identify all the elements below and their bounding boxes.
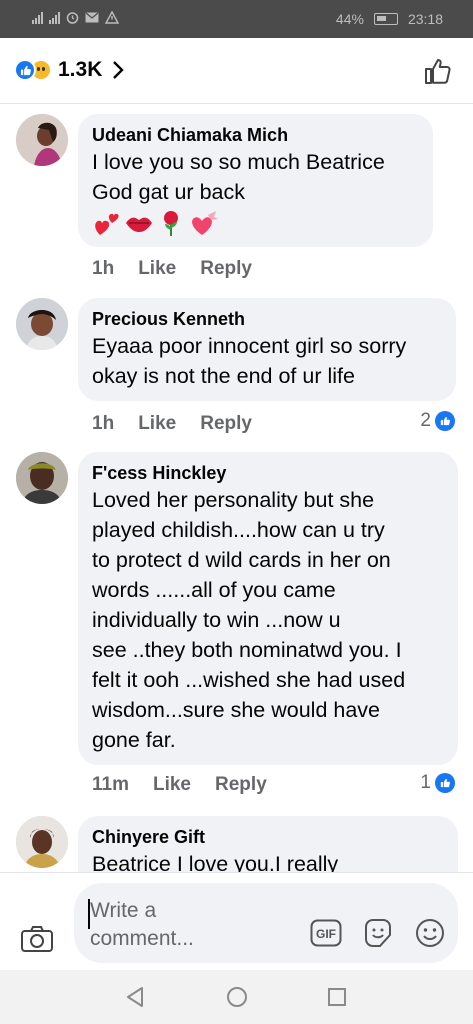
chevron-right-icon xyxy=(113,61,125,79)
like-link[interactable]: Like xyxy=(138,413,176,435)
kiss-lips-icon xyxy=(126,217,152,232)
like-reaction-icon xyxy=(435,773,455,793)
camera-icon[interactable] xyxy=(20,925,54,953)
comment-actions: 1h Like Reply xyxy=(92,413,276,435)
comment-text: played childish....how can u try xyxy=(92,518,385,542)
svg-text:GIF: GIF xyxy=(316,927,336,941)
comment-input[interactable]: Write a comment... GIF xyxy=(74,883,458,963)
comment-text: Loved her personality but she xyxy=(92,488,375,512)
reactions-header: 1.3K xyxy=(0,38,473,104)
comment-bubble[interactable]: Udeani Chiamaka Mich I love you so so mu… xyxy=(78,114,433,247)
comment-actions: 1h Like Reply xyxy=(92,258,276,280)
comment-text: God gat ur back xyxy=(92,180,245,204)
sparkling-hearts-icon xyxy=(95,213,119,235)
comment-text: Eyaaa poor innocent girl so sorry xyxy=(92,334,407,358)
battery-icon xyxy=(373,13,398,25)
comment-time: 11m xyxy=(92,774,129,795)
comment-author[interactable]: Chinyere Gift xyxy=(92,825,444,849)
like-link[interactable]: Like xyxy=(138,258,176,280)
comment-text: see ..they both nominatwd you. I xyxy=(92,638,402,662)
reply-link[interactable]: Reply xyxy=(200,413,252,435)
comment-composer: Write a comment... GIF xyxy=(0,872,473,970)
mail-icon xyxy=(85,12,99,23)
avatar[interactable] xyxy=(16,452,68,504)
heart-with-ribbon-icon xyxy=(192,211,218,235)
comment-text: gone far. xyxy=(92,728,176,752)
system-nav-bar xyxy=(0,970,473,1024)
comment-author[interactable]: Udeani Chiamaka Mich xyxy=(92,123,419,147)
like-link[interactable]: Like xyxy=(153,774,191,796)
comment-text: okay is not the end of ur life xyxy=(92,364,355,388)
reply-link[interactable]: Reply xyxy=(215,774,267,796)
status-bar: 44% 23:18 xyxy=(0,0,473,38)
recent-apps-icon[interactable] xyxy=(327,987,347,1007)
like-thumb-icon[interactable] xyxy=(423,56,453,86)
battery-percent: 44% xyxy=(335,11,364,27)
reaction-count: 2 xyxy=(420,410,431,431)
emoji-row xyxy=(92,209,419,237)
comment-text: individually to win ...now u xyxy=(92,608,341,632)
comment-text: I love you so so much Beatrice xyxy=(92,150,385,174)
warning-icon xyxy=(105,11,119,24)
comment-actions: 11m Like Reply xyxy=(92,774,291,796)
comment-text: wisdom...sure she would have xyxy=(92,698,381,722)
emoji-icon[interactable] xyxy=(414,917,446,949)
comment-text: words ......all of you came xyxy=(92,578,336,602)
comment-text: felt it ooh ...wished she had used xyxy=(92,668,406,692)
comment-author[interactable]: F'cess Hinckley xyxy=(92,461,444,485)
comment-bubble[interactable]: F'cess Hinckley Loved her personality bu… xyxy=(78,452,458,765)
gif-icon[interactable]: GIF xyxy=(310,919,342,947)
reaction-summary-button[interactable]: 1.3K xyxy=(14,58,125,82)
avatar[interactable] xyxy=(16,114,68,166)
alarm-icon xyxy=(66,12,79,24)
comment-time: 1h xyxy=(92,258,115,279)
reaction-count: 1.3K xyxy=(58,58,103,81)
comment-reaction-count[interactable]: 1 xyxy=(420,772,455,794)
comment-reaction-count[interactable]: 2 xyxy=(420,410,455,432)
status-icons xyxy=(32,11,119,24)
comment-time: 1h xyxy=(92,413,115,434)
like-reaction-icon xyxy=(14,59,36,81)
signal-icon-2 xyxy=(49,11,60,24)
home-icon[interactable] xyxy=(226,986,248,1008)
avatar[interactable] xyxy=(16,298,68,350)
avatar[interactable] xyxy=(16,816,68,868)
rose-icon xyxy=(164,211,178,236)
comment-text: to protect d wild cards in her on xyxy=(92,548,391,572)
sticker-icon[interactable] xyxy=(362,917,394,949)
like-reaction-icon xyxy=(435,411,455,431)
clock: 23:18 xyxy=(407,11,443,27)
comment-placeholder: Write a comment... xyxy=(90,899,194,950)
signal-icon xyxy=(32,11,43,24)
reaction-count: 1 xyxy=(420,772,431,793)
reply-link[interactable]: Reply xyxy=(200,258,252,280)
comment-author[interactable]: Precious Kenneth xyxy=(92,307,442,331)
comment-bubble[interactable]: Precious Kenneth Eyaaa poor innocent gir… xyxy=(78,298,456,401)
back-icon[interactable] xyxy=(124,986,146,1008)
